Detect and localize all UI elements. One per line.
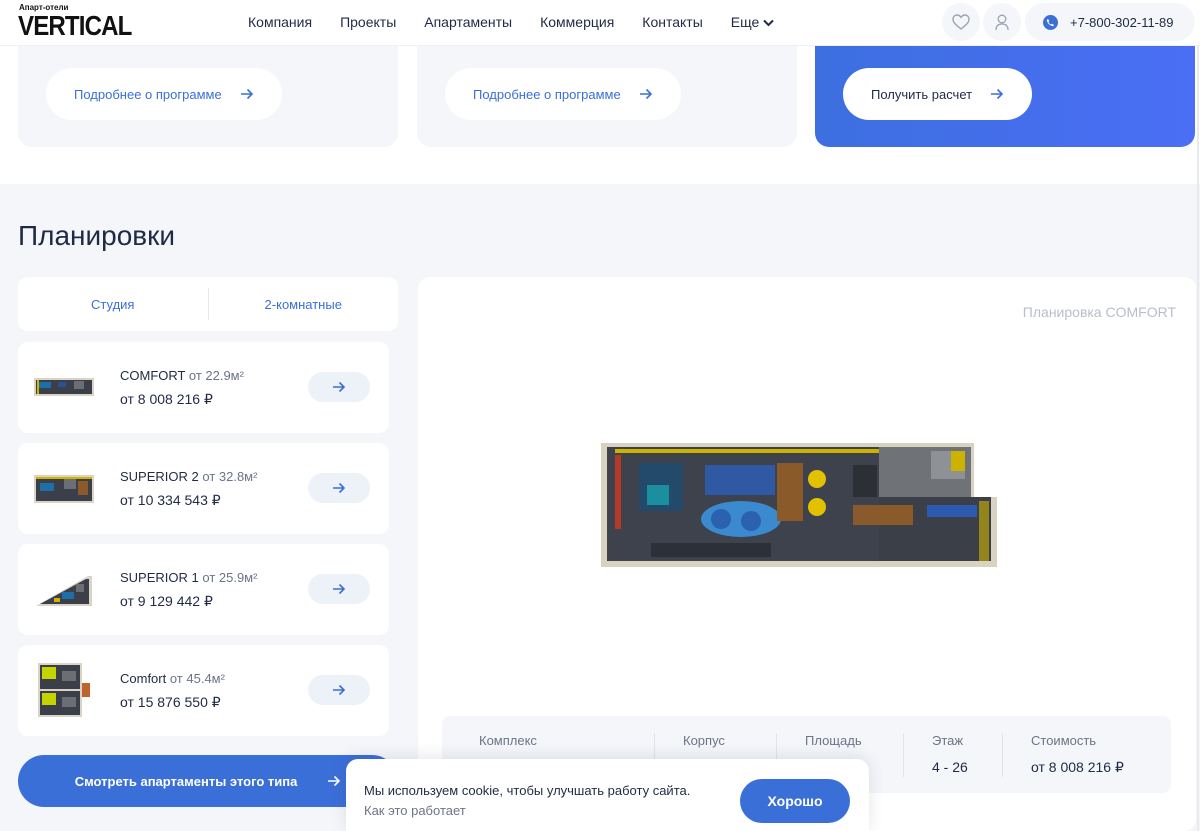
- layout-open-button[interactable]: [308, 574, 370, 604]
- scrollbar[interactable]: [1196, 0, 1200, 831]
- favorites-button[interactable]: [942, 3, 980, 41]
- layout-item-superior-2[interactable]: SUPERIOR 2 от 32.8м² от 10 334 543 ₽: [18, 443, 389, 534]
- layout-price: от 10 334 543 ₽: [120, 492, 221, 508]
- phone-number: +7-800-302-11-89: [1070, 14, 1174, 30]
- arrow-right-icon: [328, 775, 341, 787]
- layout-price: от 9 129 442 ₽: [120, 593, 213, 609]
- layout-open-button[interactable]: [308, 372, 370, 402]
- nav-more-label: Еще: [730, 14, 760, 30]
- layout-item-superior-1[interactable]: SUPERIOR 1 от 25.9м² от 9 129 442 ₽: [18, 544, 389, 635]
- main-nav: Компания Проекты Апартаменты Коммерция К…: [248, 14, 774, 30]
- arrow-right-icon: [333, 381, 346, 393]
- get-calculation-label: Получить расчет: [871, 86, 973, 102]
- program-card-2: Подробнее о программе: [417, 46, 797, 147]
- phone-icon: [1043, 14, 1058, 30]
- view-apartments-button[interactable]: Смотреть апартаменты этого типа: [18, 755, 398, 807]
- program-more-button-1[interactable]: Подробнее о программе: [46, 68, 282, 120]
- floorplan-thumbnail: [34, 378, 94, 396]
- heart-icon: [952, 14, 970, 30]
- nav-item-apartments[interactable]: Апартаменты: [424, 14, 512, 30]
- cookie-text: Мы используем cookie, чтобы улучшать раб…: [364, 783, 691, 798]
- nav-item-more[interactable]: Еще: [731, 14, 774, 30]
- get-calculation-button[interactable]: Получить расчет: [843, 68, 1033, 120]
- info-complex: Комплекс: [479, 733, 537, 748]
- section-title: Планировки: [18, 220, 176, 251]
- info-divider: [903, 733, 904, 777]
- arrow-right-icon: [333, 482, 346, 494]
- tab-studio[interactable]: Студия: [18, 297, 208, 312]
- floorplan-thumbnail: [38, 663, 90, 717]
- layout-preview-panel: Планировка COMFORT Комплекс Корпус Площа…: [418, 277, 1196, 831]
- logo[interactable]: VERTICAL: [18, 11, 132, 41]
- arrow-right-icon: [333, 583, 346, 595]
- nav-item-projects[interactable]: Проекты: [340, 14, 396, 30]
- cookie-info-link[interactable]: Как это работает: [364, 803, 466, 818]
- phone-button[interactable]: +7-800-302-11-89: [1025, 3, 1195, 41]
- program-card-1: Подробнее о программе: [18, 46, 398, 147]
- info-price: Стоимость от 8 008 216 ₽: [1031, 733, 1124, 775]
- panel-title: Планировка COMFORT: [1022, 304, 1176, 320]
- layout-name: SUPERIOR 1 от 25.9м²: [120, 570, 258, 585]
- nav-item-company[interactable]: Компания: [248, 14, 312, 30]
- arrow-right-icon: [240, 88, 253, 100]
- site-header: Апарт-отели VERTICAL Компания Проекты Ап…: [0, 0, 1200, 46]
- program-cards-band: Подробнее о программе Подробнее о програ…: [0, 46, 1200, 184]
- nav-item-contacts[interactable]: Контакты: [642, 14, 702, 30]
- layout-tabs: Студия 2-комнатные: [18, 277, 398, 331]
- cookie-banner: Мы используем cookie, чтобы улучшать раб…: [346, 759, 869, 831]
- user-icon: [995, 14, 1009, 30]
- layout-price: от 8 008 216 ₽: [120, 391, 213, 407]
- program-more-label-2: Подробнее о программе: [473, 86, 621, 102]
- arrow-right-icon: [991, 88, 1004, 100]
- floorplan-thumbnail: [36, 576, 92, 606]
- layout-item-comfort-2room[interactable]: Comfort от 45.4м² от 15 876 550 ₽: [18, 645, 389, 736]
- chevron-down-icon: [763, 19, 774, 27]
- nav-item-commerce[interactable]: Коммерция: [540, 14, 614, 30]
- cookie-accept-button[interactable]: Хорошо: [740, 779, 850, 823]
- tab-two-room[interactable]: 2-комнатные: [209, 297, 399, 312]
- layout-name: SUPERIOR 2 от 32.8м²: [120, 469, 258, 484]
- layout-name: Comfort от 45.4м²: [120, 671, 225, 686]
- layout-name: COMFORT от 22.9м²: [120, 368, 244, 383]
- floorplan-image[interactable]: [601, 441, 999, 569]
- layout-open-button[interactable]: [308, 675, 370, 705]
- arrow-right-icon: [333, 684, 346, 696]
- info-floor: Этаж 4 - 26: [932, 733, 968, 775]
- program-more-label-1: Подробнее о программе: [74, 86, 222, 102]
- layout-open-button[interactable]: [308, 473, 370, 503]
- program-more-button-2[interactable]: Подробнее о программе: [445, 68, 681, 120]
- info-divider: [1002, 733, 1003, 777]
- arrow-right-icon: [639, 88, 652, 100]
- view-apartments-label: Смотреть апартаменты этого типа: [74, 773, 298, 789]
- layout-price: от 15 876 550 ₽: [120, 694, 221, 710]
- layout-item-comfort[interactable]: COMFORT от 22.9м² от 8 008 216 ₽: [18, 342, 389, 433]
- info-building: Корпус: [683, 733, 725, 748]
- floorplan-thumbnail: [34, 475, 94, 503]
- calculation-card: Получить расчет: [815, 46, 1195, 147]
- account-button[interactable]: [983, 3, 1021, 41]
